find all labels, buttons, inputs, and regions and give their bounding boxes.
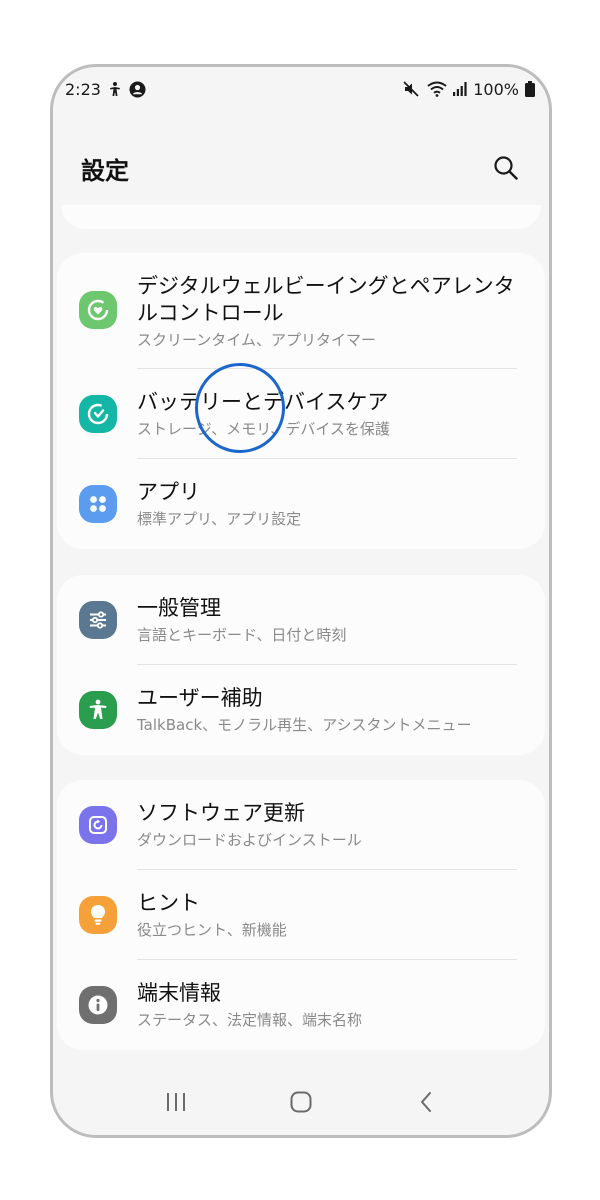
mute-icon	[403, 81, 421, 97]
list-item-subtitle: 役立つヒント、新機能	[137, 921, 287, 939]
list-item-general-management[interactable]: 一般管理 言語とキーボード、日付と時刻	[57, 575, 545, 665]
list-item-software-update[interactable]: ソフトウェア更新 ダウンロードおよびインストール	[57, 780, 545, 870]
battery-percent: 100%	[473, 79, 519, 99]
list-item-title: ヒント	[137, 891, 200, 915]
apps-icon	[79, 485, 117, 523]
list-item-subtitle: 標準アプリ、アプリ設定	[137, 510, 302, 528]
search-icon	[494, 156, 518, 180]
list-item-digital-wellbeing[interactable]: デジタルウェルビーイングとペアレンタ ルコントロール スクリーンタイム、アプリタ…	[57, 253, 545, 369]
back-button[interactable]	[396, 1082, 456, 1122]
scrolled-card-edge	[61, 205, 541, 229]
info-icon	[79, 986, 117, 1024]
settings-group-3: ソフトウェア更新 ダウンロードおよびインストール ヒント 役立つヒント、新機能	[57, 780, 545, 1050]
list-item-text: ソフトウェア更新 ダウンロードおよびインストール	[137, 800, 519, 850]
status-time: 2:23	[65, 79, 101, 99]
list-item-about-phone[interactable]: 端末情報 ステータス、法定情報、端末名称	[57, 960, 545, 1050]
list-item-title: 一般管理	[137, 596, 221, 620]
list-item-subtitle: スクリーンタイム、アプリタイマー	[137, 331, 376, 349]
header: 設定	[53, 143, 549, 193]
status-right: 100%	[403, 80, 535, 99]
accessibility-person-icon	[107, 81, 123, 97]
list-item-battery-device-care[interactable]: バッテリーとデバイスケア ストレージ、メモリ、デバイスを保護	[57, 369, 545, 459]
recent-apps-button[interactable]	[146, 1082, 206, 1122]
list-item-title: デジタルウェルビーイングとペアレンタ	[137, 274, 515, 298]
status-left: 2:23	[65, 80, 146, 99]
list-item-title: 端末情報	[137, 981, 221, 1005]
home-icon	[290, 1091, 312, 1113]
navigation-bar	[53, 1069, 549, 1135]
list-item-text: バッテリーとデバイスケア ストレージ、メモリ、デバイスを保護	[137, 389, 519, 439]
list-item-subtitle: ストレージ、メモリ、デバイスを保護	[137, 420, 390, 438]
list-item-title: アプリ	[137, 480, 200, 504]
list-item-apps[interactable]: アプリ 標準アプリ、アプリ設定	[57, 459, 545, 549]
list-item-title: バッテリーとデバイスケア	[137, 390, 389, 414]
list-item-title: ソフトウェア更新	[137, 801, 305, 825]
accessibility-icon	[79, 691, 117, 729]
phone-screen: 2:23 100% 設定 デジタルウェルビーイングとペアレンタ ルコントロール …	[50, 64, 552, 1138]
wifi-icon	[427, 81, 447, 97]
software-update-icon	[79, 806, 117, 844]
digital-wellbeing-icon	[79, 291, 117, 329]
list-item-subtitle: ステータス、法定情報、端末名称	[137, 1011, 363, 1029]
signal-icon	[453, 82, 467, 96]
list-item-text: ユーザー補助 TalkBack、モノラル再生、アシスタントメニュー	[137, 685, 519, 735]
list-item-text: 端末情報 ステータス、法定情報、端末名称	[137, 980, 519, 1030]
list-item-text: アプリ 標準アプリ、アプリ設定	[137, 479, 519, 529]
device-care-icon	[79, 395, 117, 433]
battery-icon	[525, 81, 535, 97]
list-item-title: ユーザー補助	[137, 686, 263, 710]
settings-group-1: デジタルウェルビーイングとペアレンタ ルコントロール スクリーンタイム、アプリタ…	[57, 253, 545, 549]
list-item-subtitle: TalkBack、モノラル再生、アシスタントメニュー	[137, 716, 472, 734]
tips-lightbulb-icon	[79, 896, 117, 934]
list-item-text: デジタルウェルビーイングとペアレンタ ルコントロール スクリーンタイム、アプリタ…	[137, 273, 519, 350]
account-circle-icon	[129, 81, 146, 98]
general-management-icon	[79, 601, 117, 639]
recent-apps-icon	[166, 1093, 185, 1111]
settings-group-2: 一般管理 言語とキーボード、日付と時刻 ユーザー補助 TalkBack、モノラル…	[57, 575, 545, 755]
page-title: 設定	[81, 156, 129, 185]
search-button[interactable]	[489, 151, 523, 185]
list-item-text: ヒント 役立つヒント、新機能	[137, 890, 519, 940]
list-item-accessibility[interactable]: ユーザー補助 TalkBack、モノラル再生、アシスタントメニュー	[57, 665, 545, 755]
list-item-text: 一般管理 言語とキーボード、日付と時刻	[137, 595, 519, 645]
back-icon	[421, 1092, 432, 1112]
list-item-subtitle: 言語とキーボード、日付と時刻	[137, 626, 347, 644]
list-item-subtitle: ダウンロードおよびインストール	[137, 831, 362, 849]
list-item-title-line2: ルコントロール	[137, 301, 284, 325]
home-button[interactable]	[271, 1082, 331, 1122]
status-bar: 2:23 100%	[53, 67, 549, 111]
list-item-tips[interactable]: ヒント 役立つヒント、新機能	[57, 870, 545, 960]
